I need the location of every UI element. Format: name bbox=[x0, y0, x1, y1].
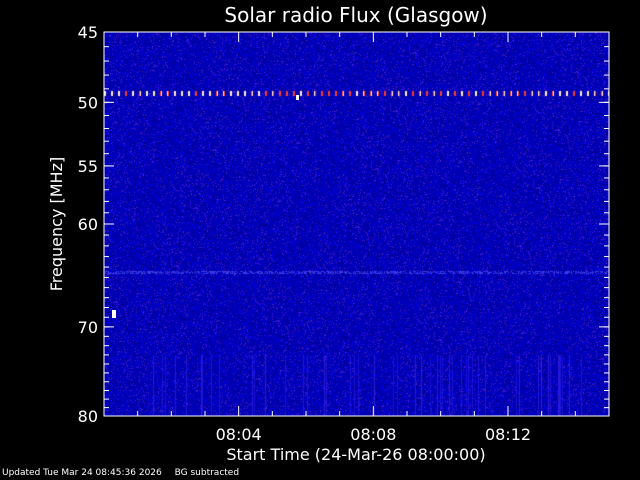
bg-subtracted-note: BG subtracted bbox=[174, 468, 240, 478]
y-tick-label: 80 bbox=[78, 407, 98, 426]
plot-area bbox=[103, 31, 610, 417]
x-tick-label: 08:12 bbox=[485, 425, 531, 444]
footer: Updated Tue Mar 24 08:45:36 2026 BG subt… bbox=[2, 468, 249, 479]
y-tick-label: 45 bbox=[78, 23, 98, 42]
y-tick-label: 55 bbox=[78, 157, 98, 176]
y-tick-label: 60 bbox=[78, 215, 98, 234]
chart-title: Solar radio Flux (Glasgow) bbox=[224, 3, 487, 27]
x-tick-label: 08:04 bbox=[216, 425, 262, 444]
y-tick-label: 50 bbox=[78, 93, 98, 112]
burst-speck bbox=[296, 95, 299, 100]
y-axis-label: Frequency [MHz] bbox=[47, 157, 66, 291]
spectrogram-image bbox=[104, 32, 609, 416]
burst-speck bbox=[112, 310, 116, 318]
spectrogram-chart: Solar radio Flux (Glasgow) 455055607080 … bbox=[47, 3, 610, 464]
x-tick-label: 08:08 bbox=[350, 425, 396, 444]
x-axis-label: Start Time (24-Mar-26 08:00:00) bbox=[226, 445, 485, 464]
y-tick-label: 70 bbox=[78, 318, 98, 337]
updated-timestamp: Updated Tue Mar 24 08:45:36 2026 bbox=[2, 468, 162, 478]
